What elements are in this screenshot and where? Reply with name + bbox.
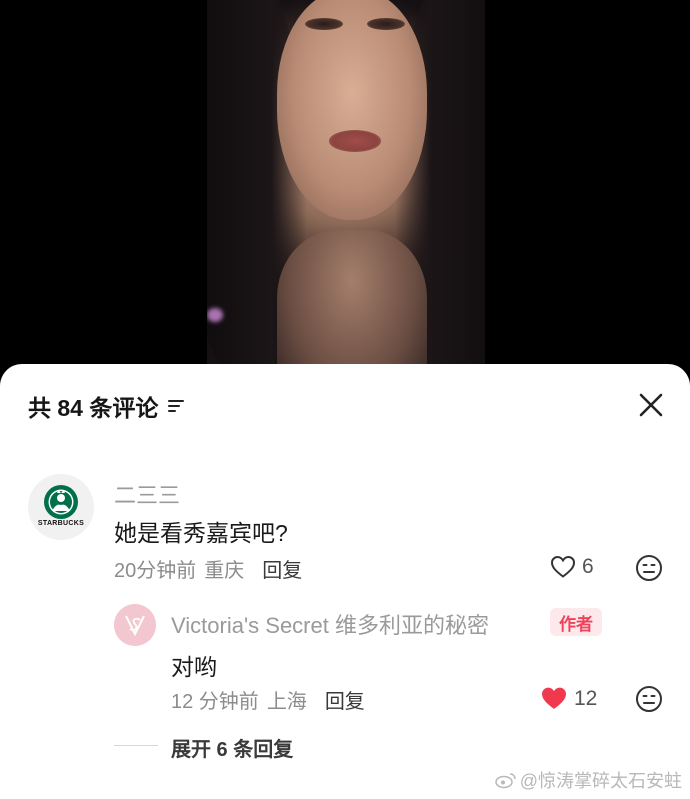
comment-location: 重庆 — [204, 560, 245, 582]
reply-nickname[interactable]: Victoria's Secret 维多利亚的秘密 — [171, 608, 489, 640]
comment-count-title: 共 84 条评论 — [28, 395, 159, 421]
video-lips — [329, 130, 381, 152]
reply-time: 12 分钟前 — [171, 691, 259, 713]
comment-sheet: 共 84 条评论 STARBUCKS 二三三 她是看秀嘉宾吧? 20分钟前 重庆… — [0, 364, 690, 799]
expand-replies-button[interactable]: 展开 6 条回复 — [171, 733, 293, 762]
filter-icon[interactable] — [168, 399, 186, 413]
comment-time: 20分钟前 — [114, 560, 197, 582]
expand-divider — [114, 745, 158, 746]
reply-text: 对哟 — [171, 654, 217, 680]
reply-emoji-react-button[interactable] — [635, 685, 663, 713]
reply-location: 上海 — [266, 691, 307, 713]
comment-sheet-header: 共 84 条评论 — [28, 390, 186, 422]
emoji-icon — [636, 555, 662, 581]
video-frame[interactable] — [207, 0, 485, 380]
like-count: 6 — [582, 555, 594, 578]
video-area[interactable] — [0, 0, 690, 380]
weibo-icon — [494, 773, 516, 789]
heart-filled-icon — [542, 687, 566, 709]
comment-nickname[interactable]: 二三三 — [114, 478, 180, 510]
watermark-text: @惊涛掌碎太石安蛀 — [519, 771, 682, 791]
reply-button[interactable]: 回复 — [262, 554, 302, 583]
like-button[interactable]: 6 — [550, 555, 594, 579]
heart-outline-icon — [550, 555, 576, 578]
avatar[interactable] — [28, 474, 94, 540]
reply-reply-button[interactable]: 回复 — [325, 685, 365, 714]
reply-meta: 12 分钟前 上海 回复 — [171, 685, 365, 714]
reply-like-button[interactable]: 12 — [540, 686, 597, 711]
reply-avatar[interactable] — [114, 604, 156, 646]
video-eye-right — [367, 18, 405, 30]
video-light-glow — [207, 308, 223, 322]
avatar-brand-text: STARBUCKS — [37, 520, 85, 527]
close-icon — [639, 393, 663, 417]
reply-like-count: 12 — [574, 686, 598, 710]
video-neck — [277, 230, 427, 380]
emoji-react-button[interactable] — [635, 554, 663, 582]
video-eye-left — [305, 18, 343, 30]
starbucks-logo-icon — [44, 485, 78, 519]
video-face — [277, 0, 427, 220]
watermark: @惊涛掌碎太石安蛀 — [494, 767, 682, 793]
author-badge: 作者 — [550, 608, 602, 636]
comment-text: 她是看秀嘉宾吧? — [114, 520, 288, 546]
emoji-icon — [636, 686, 662, 712]
vs-logo-icon — [114, 604, 156, 646]
comment-meta: 20分钟前 重庆 回复 — [114, 554, 302, 583]
close-button[interactable] — [636, 390, 666, 420]
